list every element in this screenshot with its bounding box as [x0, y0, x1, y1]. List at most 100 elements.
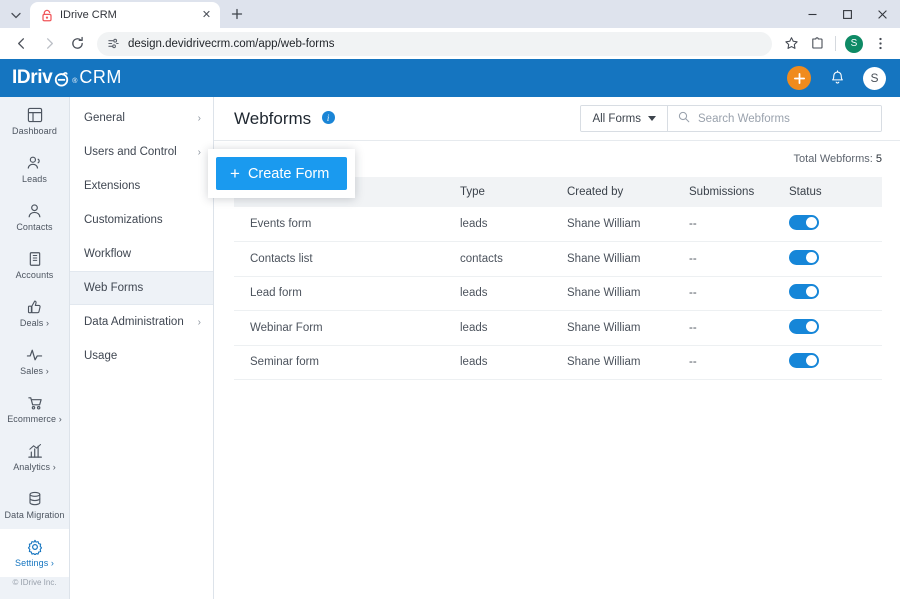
submenu-item-users-and-control[interactable]: Users and Control › [70, 135, 213, 169]
window-controls [795, 0, 900, 28]
chrome-menu-button[interactable] [868, 32, 892, 56]
submenu-item-label: Extensions [84, 180, 141, 192]
sidebar-item-analytics[interactable]: Analytics › [0, 433, 69, 481]
reload-button[interactable] [64, 31, 90, 57]
table-row[interactable]: Seminar form leads Shane William -- [234, 345, 882, 380]
search-icon [678, 110, 690, 128]
logo-registered-mark: ® [72, 78, 78, 85]
submenu-item-label: Data Administration [84, 316, 184, 328]
notifications-button[interactable] [826, 67, 848, 89]
idrive-e-mark-icon [55, 71, 69, 86]
sidebar-item-dashboard[interactable]: Dashboard [0, 97, 69, 145]
cell-form-name[interactable]: Lead form [234, 276, 444, 311]
status-toggle[interactable] [789, 318, 819, 334]
cell-status [773, 276, 882, 311]
column-header-type[interactable]: Type [444, 177, 551, 207]
caret-down-icon [648, 116, 656, 121]
close-icon[interactable]: ✕ [199, 8, 214, 23]
submenu-item-web-forms[interactable]: Web Forms [70, 271, 213, 305]
page-title: Webforms [234, 108, 312, 128]
submenu-item-general[interactable]: General › [70, 101, 213, 135]
ecommerce-cart-icon [27, 394, 43, 411]
address-bar[interactable]: design.devidrivecrm.com/app/web-forms [97, 31, 772, 56]
cell-submissions: -- [673, 241, 773, 277]
sidebar-item-data-migration[interactable]: Data Migration [0, 481, 69, 529]
tab-title: IDrive CRM [60, 9, 117, 21]
submenu-item-customizations[interactable]: Customizations [70, 203, 213, 237]
column-header-submissions[interactable]: Submissions [673, 177, 773, 207]
browser-toolbar: design.devidrivecrm.com/app/web-forms S [0, 28, 900, 59]
user-avatar[interactable]: S [863, 66, 886, 90]
forms-filter-dropdown[interactable]: All Forms [581, 106, 668, 131]
chevron-down-icon [11, 12, 21, 18]
toggle-knob [806, 320, 817, 332]
back-button[interactable] [8, 31, 34, 57]
primary-nav-rail: Dashboard Leads Contacts Accounts Deals … [0, 97, 70, 599]
reload-icon [71, 36, 83, 49]
sidebar-item-deals[interactable]: Deals › [0, 289, 69, 337]
cell-form-name[interactable]: Seminar form [234, 345, 444, 380]
cell-form-name[interactable]: Contacts list [234, 241, 444, 277]
table-row[interactable]: Contacts list contacts Shane William -- [234, 241, 882, 277]
bell-icon [831, 70, 843, 84]
sidebar-item-sales[interactable]: Sales › [0, 337, 69, 385]
tab-search-button[interactable] [2, 2, 30, 28]
leads-icon [26, 154, 43, 171]
submenu-item-extensions[interactable]: Extensions [70, 169, 213, 203]
webforms-table: Forms Type Created by Submissions Status… [234, 177, 882, 380]
plus-icon [793, 72, 805, 84]
extensions-button[interactable] [805, 32, 829, 56]
submenu-item-label: Workflow [84, 248, 132, 260]
cell-type: leads [444, 310, 551, 346]
cell-created-by: Shane William [551, 310, 673, 346]
logo-suffix: CRM [79, 67, 122, 87]
submenu-item-usage[interactable]: Usage [70, 339, 213, 373]
table-row[interactable]: Events form leads Shane William -- [234, 207, 882, 242]
sidebar-item-label: Analytics › [13, 462, 56, 472]
sidebar-item-label: Data Migration [4, 510, 65, 520]
bookmark-button[interactable] [779, 32, 803, 56]
submenu-item-workflow[interactable]: Workflow [70, 237, 213, 271]
minimize-button[interactable] [795, 0, 830, 28]
new-tab-button[interactable] [224, 1, 250, 27]
table-row[interactable]: Lead form leads Shane William -- [234, 276, 882, 311]
browser-tab[interactable]: IDrive CRM ✕ [30, 2, 220, 28]
main-content: Webforms i All Forms Search Webforms Tot… [208, 97, 900, 599]
status-toggle[interactable] [789, 249, 819, 265]
sidebar-item-leads[interactable]: Leads [0, 145, 69, 193]
toggle-knob [806, 286, 817, 298]
page-info-icon[interactable] [107, 37, 120, 50]
create-form-button[interactable]: + Create Form [216, 157, 348, 190]
info-icon[interactable]: i [321, 111, 335, 124]
page-title-wrap: Webforms i [234, 109, 335, 129]
column-header-status[interactable]: Status [773, 177, 882, 207]
sidebar-item-accounts[interactable]: Accounts [0, 241, 69, 289]
add-record-button[interactable] [787, 66, 811, 90]
cell-submissions: -- [673, 276, 773, 311]
cell-submissions: -- [673, 345, 773, 380]
webforms-table-wrap: Forms Type Created by Submissions Status… [214, 177, 900, 380]
cell-form-name[interactable]: Events form [234, 207, 444, 242]
chrome-profile-button[interactable]: S [842, 32, 866, 56]
forms-filter-label: All Forms [592, 112, 641, 125]
close-window-button[interactable] [865, 0, 900, 28]
status-toggle[interactable] [789, 215, 819, 230]
total-webforms-label: Total Webforms: [793, 153, 873, 165]
app-logo[interactable]: IDriv ® CRM [12, 67, 122, 89]
sidebar-item-contacts[interactable]: Contacts [0, 193, 69, 241]
column-header-created-by[interactable]: Created by [551, 177, 673, 207]
search-container[interactable] [668, 106, 881, 131]
cell-form-name[interactable]: Webinar Form [234, 310, 444, 346]
sidebar-item-settings[interactable]: Settings › [0, 529, 69, 577]
sidebar-item-label: Leads [21, 174, 48, 184]
star-icon [784, 37, 798, 49]
status-toggle[interactable] [789, 353, 819, 369]
status-toggle[interactable] [789, 284, 819, 300]
app-body: Dashboard Leads Contacts Accounts Deals … [0, 97, 900, 599]
sidebar-item-ecommerce[interactable]: Ecommerce › [0, 385, 69, 433]
forward-button[interactable] [36, 31, 62, 57]
maximize-button[interactable] [830, 0, 865, 28]
search-input[interactable] [698, 112, 871, 125]
table-row[interactable]: Webinar Form leads Shane William -- [234, 310, 882, 346]
submenu-item-data-administration[interactable]: Data Administration › [70, 305, 213, 339]
